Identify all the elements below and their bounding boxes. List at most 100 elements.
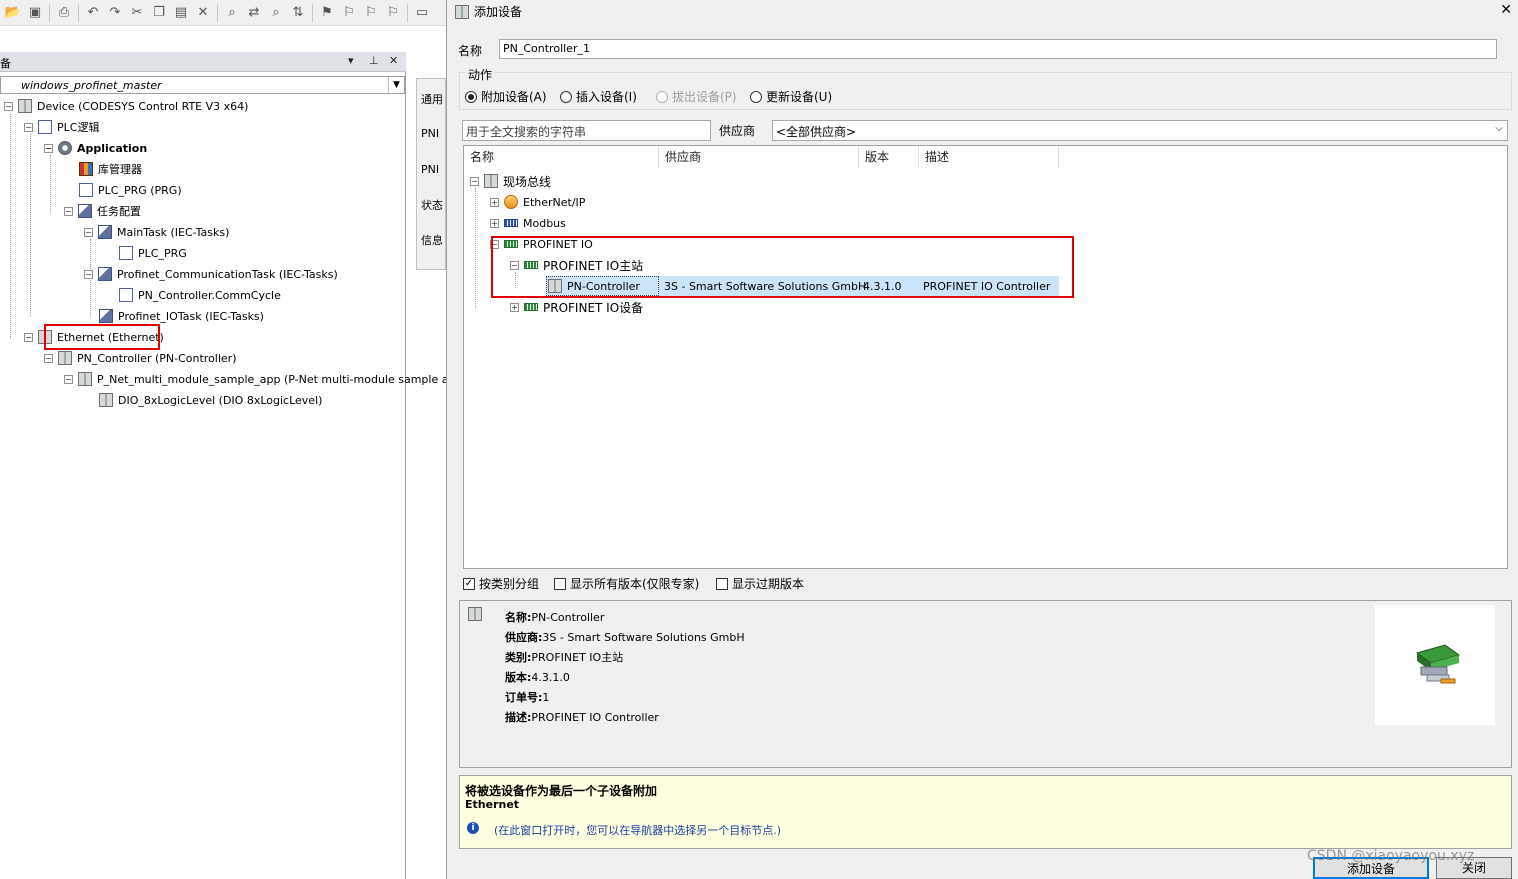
collapse-icon[interactable]: −	[64, 374, 73, 384]
save-icon[interactable]: ▣	[24, 2, 46, 24]
redo-icon[interactable]: ↷	[104, 2, 126, 24]
tab-pni-1[interactable]: PNI	[421, 127, 439, 140]
column-header-description[interactable]: 描述	[919, 146, 1059, 168]
radio-append-device[interactable]: 附加设备(A)	[465, 88, 547, 105]
expand-icon[interactable]: +	[490, 218, 499, 228]
checkbox-indicator[interactable]	[716, 577, 728, 590]
tree-item-dio-module[interactable]: DIO_8xLogicLevel (DIO 8xLogicLevel)	[99, 390, 322, 410]
cut-icon[interactable]: ✂	[126, 2, 148, 24]
info-category: 类别:PROFINET IO主站	[505, 651, 624, 664]
bookmark-icon[interactable]: ⚑	[316, 2, 338, 24]
tree-item-plc-prg-call[interactable]: PLC_PRG	[119, 243, 187, 263]
tree-item-application[interactable]: − Application	[44, 138, 147, 158]
gear-icon	[58, 141, 72, 155]
list-item-fieldbus[interactable]: − 现场总线	[470, 171, 551, 191]
name-label: 名称	[458, 44, 483, 58]
dialog-title-bar: 添加设备	[455, 3, 522, 20]
show-all-versions-checkbox[interactable]: 显示所有版本(仅限专家)	[554, 575, 699, 592]
tab-status[interactable]: 状态	[421, 197, 443, 213]
hint-panel: 将被选设备作为最后一个子设备附加 Ethernet i (在此窗口打开时，您可以…	[459, 775, 1512, 849]
checkbox-indicator[interactable]	[554, 577, 566, 590]
collapse-icon[interactable]: −	[24, 332, 33, 342]
radio-update-device[interactable]: 更新设备(U)	[750, 88, 832, 105]
find-prev-icon[interactable]: ⇅	[287, 2, 309, 24]
info-icon: i	[467, 822, 479, 834]
collapse-icon[interactable]: −	[4, 101, 13, 111]
main-toolbar: 📂 ▣ ⎙ ↶ ↷ ✂ ❐ ▤ ✕ ⌕ ⇄ ⌕ ⇅ ⚑ ⚐ ⚐ ⚐ ▭	[0, 0, 446, 26]
tree-item-plc-logic[interactable]: − PLC逻辑	[24, 117, 99, 137]
radio-insert-device[interactable]: 插入设备(I)	[560, 88, 637, 105]
tree-item-plc-prg[interactable]: PLC_PRG (PRG)	[79, 180, 182, 200]
collapse-icon[interactable]: −	[470, 176, 479, 186]
tab-general[interactable]: 通用	[421, 91, 443, 107]
collapse-icon[interactable]: −	[64, 206, 73, 216]
find-next-icon[interactable]: ⌕	[265, 2, 287, 24]
tree-item-comm-task[interactable]: − Profinet_CommunicationTask (IEC-Tasks)	[84, 264, 338, 284]
undo-icon[interactable]: ↶	[82, 2, 104, 24]
copy-icon[interactable]: ❐	[148, 2, 170, 24]
expand-icon[interactable]: +	[510, 302, 519, 312]
tab-pni-2[interactable]: PNI	[421, 163, 439, 176]
radio-indicator[interactable]	[465, 90, 477, 103]
tab-info[interactable]: 信息	[421, 232, 443, 248]
tree-line	[50, 155, 51, 213]
radio-label: 更新设备(U)	[766, 90, 833, 104]
tree-item-commcycle[interactable]: PN_Controller.CommCycle	[119, 285, 281, 305]
task-config-icon	[78, 204, 92, 218]
close-icon[interactable]: ✕	[1500, 2, 1512, 18]
search-input[interactable]: 用于全文搜索的字符串	[462, 120, 711, 141]
vendor-select[interactable]: <全部供应商> ⌵	[772, 120, 1508, 141]
tree-item-pnet-sample-app[interactable]: − P_Net_multi_module_sample_app (P-Net mu…	[64, 369, 455, 389]
window-icon[interactable]: ▭	[411, 2, 433, 24]
tree-item-device[interactable]: − Device (CODESYS Control RTE V3 x64)	[4, 96, 248, 116]
tree-item-io-task[interactable]: Profinet_IOTask (IEC-Tasks)	[99, 306, 264, 326]
device-info-panel: 名称:PN-Controller 供应商:3S - Smart Software…	[459, 600, 1512, 768]
panel-dropdown-icon[interactable]: ▾	[348, 54, 354, 67]
open-icon[interactable]: 📂	[2, 2, 24, 24]
device-icon	[455, 4, 469, 19]
show-outdated-checkbox[interactable]: 显示过期版本	[716, 575, 804, 592]
replace-icon[interactable]: ⇄	[243, 2, 265, 24]
name-field[interactable]: PN_Controller_1	[499, 39, 1497, 59]
list-item-ethernet-ip[interactable]: + EtherNet/IP	[490, 192, 585, 212]
bookmark-prev-icon[interactable]: ⚐	[338, 2, 360, 24]
tree-item-label: PN_Controller.CommCycle	[138, 288, 281, 302]
tree-item-maintask[interactable]: − MainTask (IEC-Tasks)	[84, 222, 229, 242]
checkbox-indicator[interactable]: ✓	[463, 577, 475, 590]
print-icon[interactable]: ⎙	[53, 2, 75, 24]
list-item-label: EtherNet/IP	[523, 195, 586, 209]
tree-item-task-config[interactable]: − 任务配置	[64, 201, 141, 221]
column-header-version[interactable]: 版本	[859, 146, 919, 168]
bookmark-clear-icon[interactable]: ⚐	[382, 2, 404, 24]
column-header-name[interactable]: 名称	[464, 146, 659, 168]
list-item-modbus[interactable]: + Modbus	[490, 213, 566, 233]
tree-item-pn-controller[interactable]: − PN_Controller (PN-Controller)	[44, 348, 237, 368]
watermark: CSDN @xiaoyaoyou.xyz	[1307, 848, 1475, 864]
collapse-icon[interactable]: −	[44, 353, 53, 363]
collapse-icon[interactable]: −	[24, 122, 33, 132]
expand-icon[interactable]: +	[490, 197, 499, 207]
bookmark-next-icon[interactable]: ⚐	[360, 2, 382, 24]
close-icon[interactable]: ✕	[389, 54, 398, 67]
collapse-icon[interactable]: −	[44, 143, 53, 153]
group-by-category-checkbox[interactable]: ✓ 按类别分组	[463, 575, 539, 592]
project-selector[interactable]: windows_profinet_master ▼	[0, 76, 405, 94]
toolbar-divider	[407, 3, 408, 22]
delete-icon[interactable]: ✕	[192, 2, 214, 24]
pin-icon[interactable]: ⊥	[369, 54, 379, 67]
hint-target: Ethernet	[465, 798, 520, 811]
toolbar-divider	[49, 3, 50, 22]
collapse-icon[interactable]: −	[84, 227, 93, 237]
paste-icon[interactable]: ▤	[170, 2, 192, 24]
column-header-vendor[interactable]: 供应商	[659, 146, 859, 168]
checkbox-label: 显示所有版本(仅限专家)	[570, 577, 700, 591]
info-version: 版本:4.3.1.0	[505, 671, 570, 684]
chevron-down-icon[interactable]: ⌵	[1495, 123, 1503, 134]
chevron-down-icon[interactable]: ▼	[388, 77, 404, 93]
collapse-icon[interactable]: −	[84, 269, 93, 279]
list-item-profinet-device[interactable]: + PROFINET IO设备	[510, 297, 643, 317]
radio-indicator[interactable]	[750, 90, 762, 103]
radio-indicator[interactable]	[560, 90, 572, 103]
find-icon[interactable]: ⌕	[221, 2, 243, 24]
tree-item-library-manager[interactable]: 库管理器	[79, 159, 142, 179]
